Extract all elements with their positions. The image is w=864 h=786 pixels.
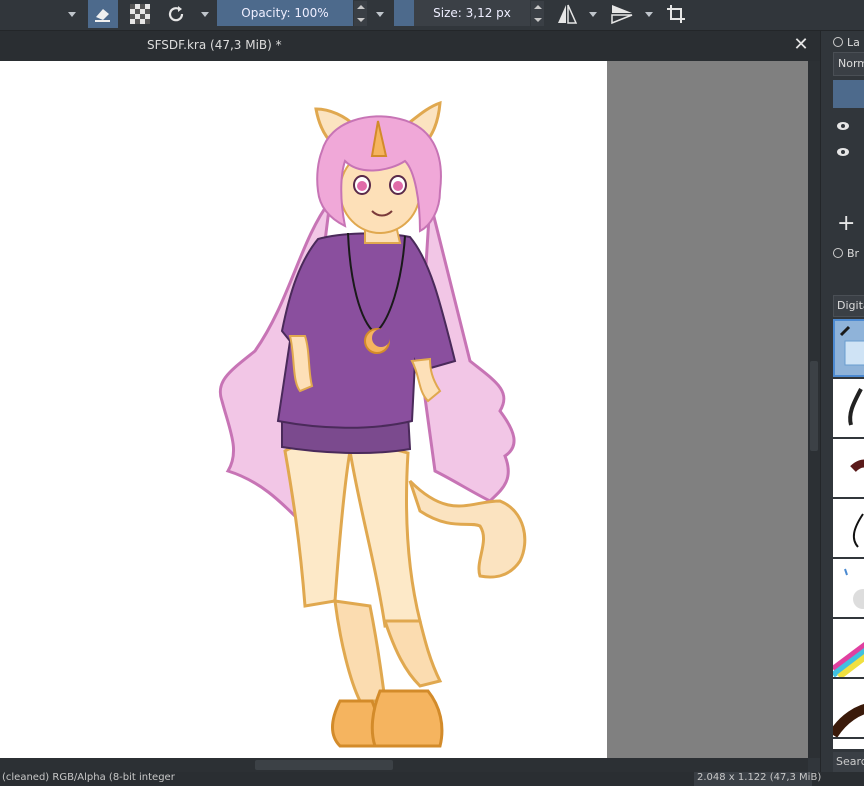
brush-preset-airbrush[interactable]: [833, 439, 864, 499]
visibility-eye-icon[interactable]: [837, 122, 849, 130]
status-bar: (cleaned) RGB/Alpha (8-bit integer 2.048…: [0, 772, 864, 786]
color-space-status: (cleaned) RGB/Alpha (8-bit integer: [2, 772, 175, 783]
vertical-scroll-thumb[interactable]: [810, 361, 818, 451]
size-label: Size: 3,12 px: [433, 6, 511, 20]
layer-row-selected[interactable]: [833, 80, 864, 108]
reload-icon: [168, 6, 184, 22]
blend-mode-select[interactable]: Normal: [833, 52, 864, 76]
size-slider-fill[interactable]: [394, 0, 414, 26]
wrap-around-button[interactable]: [664, 0, 688, 28]
brush-preset-rainbow[interactable]: [833, 619, 864, 679]
brush-stroke-icon: [833, 703, 864, 737]
layer-row[interactable]: [833, 141, 864, 165]
pencil-icon: [839, 325, 864, 366]
eraser-mode-button[interactable]: [88, 0, 118, 28]
right-docker-panel: La Normal + Br Digital Search: [820, 31, 864, 772]
visibility-eye-icon[interactable]: [837, 148, 849, 156]
checker-icon: [130, 4, 150, 24]
vertical-scrollbar[interactable]: [808, 61, 820, 758]
brushes-docker-title: Br: [833, 244, 859, 262]
brush-preset-list: [833, 319, 864, 751]
brush-stroke-icon: [844, 568, 864, 609]
size-spinner[interactable]: [531, 1, 544, 26]
image-size-status: 2.048 x 1.122 (47,3 MiB): [694, 772, 821, 786]
opacity-slider[interactable]: Opacity: 100%: [217, 0, 353, 26]
mirror-v-dropdown-arrow[interactable]: [642, 0, 656, 28]
document-title: SFSDF.kra (47,3 MiB) *: [147, 38, 282, 52]
canvas-viewport[interactable]: [0, 61, 808, 758]
brush-category-select[interactable]: Digital: [833, 295, 864, 317]
mirror-horizontal-button[interactable]: [554, 0, 580, 28]
reload-preset-button[interactable]: [164, 0, 188, 28]
brush-stroke-icon: [848, 388, 863, 426]
horizontal-scroll-thumb[interactable]: [255, 760, 393, 770]
size-slider[interactable]: Size: 3,12 px: [414, 0, 530, 26]
brush-preset-blender[interactable]: [833, 679, 864, 739]
previous-dropdown-arrow[interactable]: [64, 0, 80, 28]
brush-search-input[interactable]: Search: [833, 752, 864, 772]
mirror-h-dropdown-arrow[interactable]: [586, 0, 600, 28]
lock-icon[interactable]: [833, 37, 843, 47]
layer-row[interactable]: [833, 115, 864, 139]
opacity-dropdown-arrow[interactable]: [372, 0, 388, 28]
character-artwork: [218, 100, 527, 748]
crop-icon: [667, 5, 685, 23]
preserve-alpha-button[interactable]: [128, 0, 152, 28]
brush-stroke-icon: [850, 459, 864, 473]
mirror-vertical-icon: [611, 5, 633, 25]
add-layer-button[interactable]: +: [837, 213, 855, 235]
brush-preset-eraser[interactable]: [833, 319, 864, 377]
opacity-spinner[interactable]: [354, 1, 367, 26]
lock-icon[interactable]: [833, 248, 843, 258]
close-document-button[interactable]: ✕: [793, 36, 809, 54]
tool-options-bar: Opacity: 100% Size: 3,12 px: [0, 0, 864, 31]
brush-preset-ink[interactable]: [833, 379, 864, 439]
brush-stroke-icon: [852, 513, 864, 548]
mirror-horizontal-icon: [558, 4, 578, 24]
brush-preset-water[interactable]: [833, 559, 864, 619]
canvas-page[interactable]: [0, 61, 607, 758]
brush-preset-pen[interactable]: [833, 499, 864, 559]
horizontal-scrollbar[interactable]: [0, 758, 808, 772]
brush-stroke-icon: [833, 642, 864, 677]
layers-docker-title: La: [833, 33, 860, 51]
mirror-vertical-button[interactable]: [608, 0, 636, 28]
opacity-label: Opacity: 100%: [241, 6, 329, 20]
blend-dropdown-arrow[interactable]: [198, 0, 212, 28]
brush-preset-texture[interactable]: [833, 739, 864, 751]
document-tab-bar: SFSDF.kra (47,3 MiB) * ✕: [0, 31, 820, 61]
eraser-icon: [95, 9, 110, 22]
